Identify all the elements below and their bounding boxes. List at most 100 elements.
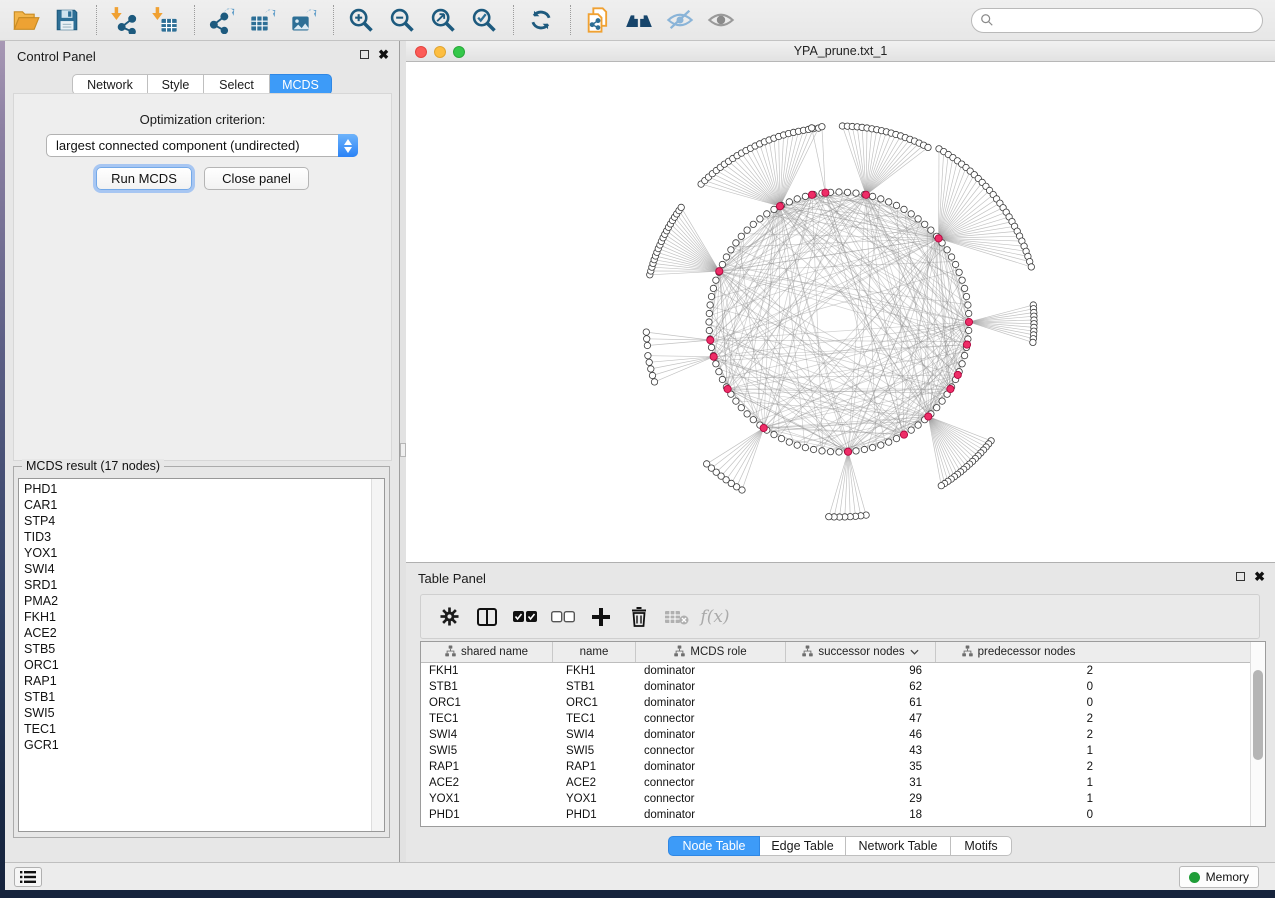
cell-name[interactable]: RAP1 [553, 759, 636, 775]
select-all-icon[interactable] [513, 605, 537, 629]
cell-predecessor-nodes[interactable]: 0 [936, 807, 1101, 823]
column-header-MCDS-role[interactable]: MCDS role [636, 642, 786, 662]
cell-successor-nodes[interactable]: 47 [786, 711, 936, 727]
zoom-selected-icon[interactable] [468, 4, 500, 36]
add-column-icon[interactable] [589, 605, 613, 629]
export-table-icon[interactable] [247, 4, 279, 36]
cell-successor-nodes[interactable]: 18 [786, 807, 936, 823]
column-header-predecessor-nodes[interactable]: predecessor nodes [936, 642, 1101, 662]
cell-shared-name[interactable]: ACE2 [421, 775, 553, 791]
cell-successor-nodes[interactable]: 35 [786, 759, 936, 775]
tab-network-table[interactable]: Network Table [846, 836, 951, 856]
cell-MCDS-role[interactable]: dominator [636, 679, 786, 695]
cell-MCDS-role[interactable]: connector [636, 711, 786, 727]
search-input[interactable] [994, 13, 1262, 27]
mcds-result-item[interactable]: TID3 [19, 529, 370, 545]
table-row[interactable]: SWI5SWI5connector431 [421, 743, 1250, 759]
cell-shared-name[interactable]: SWI4 [421, 727, 553, 743]
memory-button[interactable]: Memory [1179, 866, 1259, 888]
cell-shared-name[interactable]: TEC1 [421, 711, 553, 727]
save-session-icon[interactable] [51, 4, 83, 36]
float-table-panel-icon[interactable] [1236, 572, 1245, 581]
table-row[interactable]: ORC1ORC1dominator610 [421, 695, 1250, 711]
mcds-result-item[interactable]: STP4 [19, 513, 370, 529]
cell-MCDS-role[interactable]: connector [636, 775, 786, 791]
first-neighbors-icon[interactable] [623, 4, 655, 36]
tab-network[interactable]: Network [72, 74, 148, 95]
cell-MCDS-role[interactable]: connector [636, 743, 786, 759]
cell-name[interactable]: STB1 [553, 679, 636, 695]
mcds-result-item[interactable]: SWI5 [19, 705, 370, 721]
mcds-result-item[interactable]: CAR1 [19, 497, 370, 513]
mcds-result-item[interactable]: TEC1 [19, 721, 370, 737]
cell-MCDS-role[interactable]: dominator [636, 727, 786, 743]
mcds-result-item[interactable]: SRD1 [19, 577, 370, 593]
open-session-icon[interactable] [10, 4, 42, 36]
table-scrollbar-thumb[interactable] [1253, 670, 1263, 760]
table-row[interactable]: YOX1YOX1connector291 [421, 791, 1250, 807]
table-row[interactable]: FKH1FKH1dominator962 [421, 663, 1250, 679]
cell-predecessor-nodes[interactable]: 2 [936, 759, 1101, 775]
search-field[interactable] [971, 8, 1263, 33]
cell-MCDS-role[interactable]: dominator [636, 807, 786, 823]
cell-MCDS-role[interactable]: dominator [636, 663, 786, 679]
copy-network-icon[interactable] [582, 4, 614, 36]
refresh-icon[interactable] [525, 4, 557, 36]
show-all-icon[interactable] [705, 4, 737, 36]
mcds-result-item[interactable]: GCR1 [19, 737, 370, 753]
cell-name[interactable]: ACE2 [553, 775, 636, 791]
optimization-criterion-select[interactable]: largest connected component (undirected) [46, 134, 358, 157]
column-header-shared-name[interactable]: shared name [421, 642, 553, 662]
tab-motifs[interactable]: Motifs [951, 836, 1012, 856]
table-row[interactable]: RAP1RAP1dominator352 [421, 759, 1250, 775]
cell-name[interactable]: PHD1 [553, 807, 636, 823]
tab-style[interactable]: Style [148, 74, 204, 95]
import-table-icon[interactable] [149, 4, 181, 36]
cell-predecessor-nodes[interactable]: 1 [936, 775, 1101, 791]
cell-shared-name[interactable]: SWI5 [421, 743, 553, 759]
cell-predecessor-nodes[interactable]: 0 [936, 679, 1101, 695]
show-columns-icon[interactable] [475, 605, 499, 629]
tab-select[interactable]: Select [204, 74, 270, 95]
cell-predecessor-nodes[interactable]: 2 [936, 711, 1101, 727]
cell-successor-nodes[interactable]: 29 [786, 791, 936, 807]
cell-MCDS-role[interactable]: dominator [636, 759, 786, 775]
run-mcds-button[interactable]: Run MCDS [96, 167, 192, 190]
cell-shared-name[interactable]: ORC1 [421, 695, 553, 711]
cell-predecessor-nodes[interactable]: 0 [936, 695, 1101, 711]
zoom-out-icon[interactable] [386, 4, 418, 36]
deselect-all-icon[interactable] [551, 605, 575, 629]
cell-successor-nodes[interactable]: 96 [786, 663, 936, 679]
cell-shared-name[interactable]: RAP1 [421, 759, 553, 775]
close-panel-button[interactable]: Close panel [204, 167, 309, 190]
cell-name[interactable]: SWI4 [553, 727, 636, 743]
cell-shared-name[interactable]: STB1 [421, 679, 553, 695]
cell-shared-name[interactable]: YOX1 [421, 791, 553, 807]
cell-successor-nodes[interactable]: 61 [786, 695, 936, 711]
network-window-titlebar[interactable]: YPA_prune.txt_1 [406, 41, 1275, 62]
table-scrollbar[interactable] [1250, 642, 1265, 826]
cell-predecessor-nodes[interactable]: 1 [936, 743, 1101, 759]
mcds-result-item[interactable]: SWI4 [19, 561, 370, 577]
mcds-result-item[interactable]: PHD1 [19, 481, 370, 497]
import-network-icon[interactable] [108, 4, 140, 36]
cell-successor-nodes[interactable]: 46 [786, 727, 936, 743]
cell-MCDS-role[interactable]: connector [636, 791, 786, 807]
cell-successor-nodes[interactable]: 31 [786, 775, 936, 791]
cell-predecessor-nodes[interactable]: 1 [936, 791, 1101, 807]
tab-mcds[interactable]: MCDS [270, 74, 332, 95]
mcds-result-item[interactable]: FKH1 [19, 609, 370, 625]
cell-shared-name[interactable]: PHD1 [421, 807, 553, 823]
table-settings-gear-icon[interactable] [437, 605, 461, 629]
mcds-result-list[interactable]: PHD1CAR1STP4TID3YOX1SWI4SRD1PMA2FKH1ACE2… [18, 478, 385, 832]
mcds-result-item[interactable]: ACE2 [19, 625, 370, 641]
mcds-result-item[interactable]: STB1 [19, 689, 370, 705]
cell-predecessor-nodes[interactable]: 2 [936, 663, 1101, 679]
tab-edge-table[interactable]: Edge Table [760, 836, 846, 856]
cell-name[interactable]: YOX1 [553, 791, 636, 807]
cell-successor-nodes[interactable]: 62 [786, 679, 936, 695]
network-canvas[interactable] [406, 62, 1275, 562]
cell-name[interactable]: TEC1 [553, 711, 636, 727]
mcds-result-item[interactable]: PMA2 [19, 593, 370, 609]
cell-MCDS-role[interactable]: dominator [636, 695, 786, 711]
